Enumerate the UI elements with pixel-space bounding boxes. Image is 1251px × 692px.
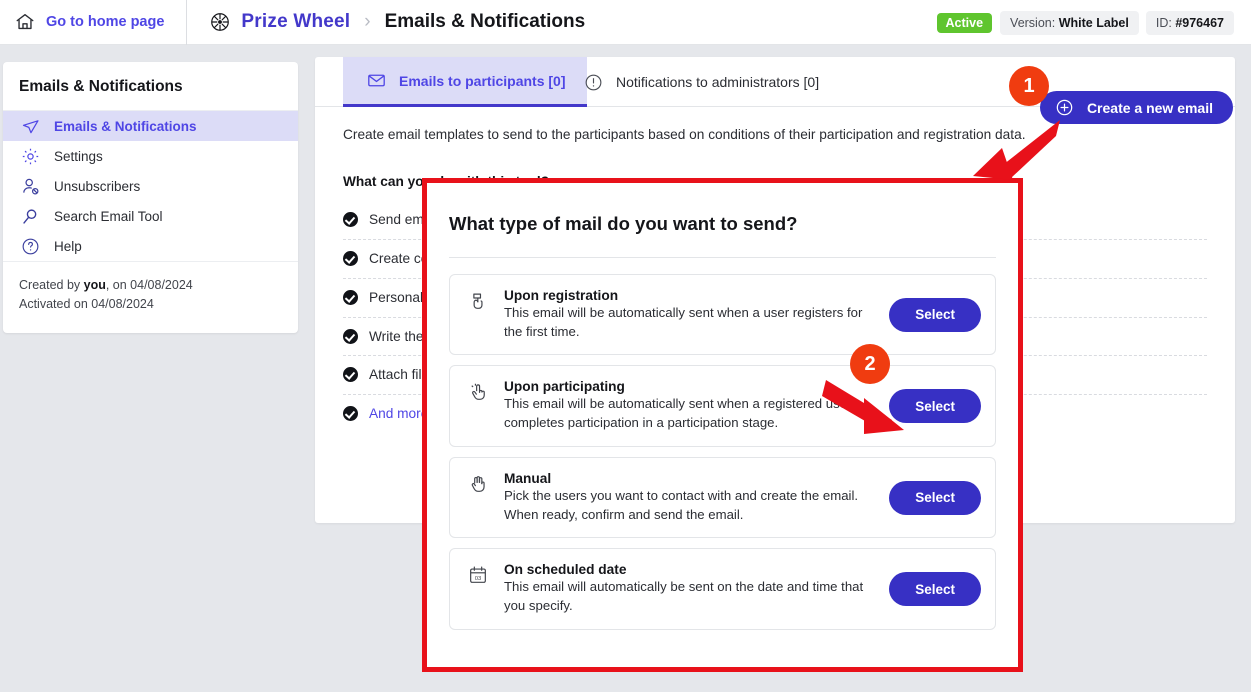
option-title: On scheduled date — [504, 562, 627, 578]
version-chip: Version: White Label — [1000, 10, 1139, 35]
registration-hand-icon — [466, 290, 490, 312]
option-title: Upon registration — [504, 288, 619, 303]
modal-inner: What type of mail do you want to send? U… — [427, 183, 1018, 667]
sidebar-item-unsubscribers[interactable]: Unsubscribers — [3, 171, 298, 201]
id-label: ID: — [1155, 15, 1172, 30]
option-upon-registration[interactable]: Upon registration This email will be aut… — [449, 274, 996, 356]
prize-wheel-icon — [209, 11, 231, 33]
sidebar-item-label: Settings — [54, 148, 103, 164]
option-text: Upon registration This email will be aut… — [504, 288, 875, 341]
id-value: #976467 — [1175, 15, 1224, 30]
alert-circle-icon — [582, 71, 604, 93]
sidebar-item-label: Emails & Notifications — [54, 118, 197, 134]
sidebar-item-settings[interactable]: Settings — [3, 141, 298, 171]
create-a-new-email-button[interactable]: Create a new email — [1039, 91, 1233, 124]
version-value: White Label — [1058, 15, 1129, 30]
user-block-icon — [19, 175, 41, 197]
created-by-line: Created by you, on 04/08/2024 — [19, 276, 282, 295]
created-suffix: , on 04/08/2024 — [105, 278, 193, 292]
step-badge-1: 1 — [1009, 66, 1049, 106]
plus-circle-icon — [1054, 97, 1076, 119]
house-icon — [14, 11, 36, 33]
breadcrumb-app-name[interactable]: Prize Wheel — [241, 11, 350, 33]
sidebar: Emails & Notifications Emails & Notifica… — [3, 62, 298, 333]
status-badge: Active — [936, 12, 993, 33]
select-button-upon-participating[interactable]: Select — [889, 389, 981, 424]
check-circle-icon — [343, 250, 358, 266]
calendar-icon: 03 — [466, 564, 490, 586]
option-text: On scheduled date This email will automa… — [504, 562, 875, 615]
option-manual[interactable]: Manual Pick the users you want to contac… — [449, 456, 996, 539]
intro-text: Create email templates to send to the pa… — [343, 127, 1026, 142]
option-title: Upon participating — [504, 379, 625, 395]
tab-label: Emails to participants [0] — [399, 72, 566, 89]
check-circle-icon — [343, 212, 358, 227]
select-button-on-scheduled-date[interactable]: Select — [889, 572, 981, 607]
option-description: This email will automatically be sent on… — [504, 579, 864, 614]
home-link-group[interactable]: Go to home page — [0, 0, 188, 45]
sidebar-menu: Emails & Notifications Settings Unsubscr… — [3, 111, 298, 261]
sidebar-footer: Created by you, on 04/08/2024 Activated … — [3, 261, 298, 333]
check-circle-icon — [343, 328, 358, 344]
tab-emails-to-participants[interactable]: Emails to participants [0] — [343, 57, 588, 107]
svg-text:03: 03 — [475, 576, 482, 582]
activated-line: Activated on 04/08/2024 — [19, 297, 154, 312]
question-circle-icon — [19, 235, 41, 257]
option-upon-participating[interactable]: Upon participating This email will be au… — [449, 365, 996, 447]
modal-divider — [449, 257, 996, 258]
breadcrumb: Prize Wheel › Emails & Notifications — [187, 11, 585, 33]
check-circle-icon — [343, 367, 358, 383]
sidebar-item-search-email-tool[interactable]: Search Email Tool — [3, 201, 298, 231]
mail-type-modal: What type of mail do you want to send? U… — [422, 178, 1023, 672]
option-description: Pick the users you want to contact with … — [504, 487, 859, 522]
magnifier-icon — [19, 205, 41, 227]
id-chip: ID: #976467 — [1145, 10, 1234, 35]
option-description: This email will be automatically sent wh… — [504, 305, 863, 339]
page-title: Emails & Notifications — [384, 11, 586, 32]
step-badge-2: 2 — [850, 344, 890, 384]
option-on-scheduled-date[interactable]: 03 On scheduled date This email will aut… — [449, 548, 996, 630]
option-text: Upon participating This email will be au… — [504, 379, 875, 432]
select-button-upon-registration[interactable]: Select — [889, 297, 981, 332]
top-bar: Go to home page Prize Wheel › Emails & N… — [0, 0, 1251, 45]
topbar-meta: Active Version: White Label ID: #976467 — [936, 0, 1241, 45]
check-circle-icon — [343, 406, 358, 422]
sidebar-item-label: Search Email Tool — [54, 208, 163, 224]
envelope-icon — [365, 70, 387, 92]
tab-label: Notifications to administrators [0] — [616, 74, 820, 90]
create-button-label: Create a new email — [1086, 99, 1213, 116]
option-text: Manual Pick the users you want to contac… — [504, 471, 875, 524]
check-circle-icon — [343, 289, 358, 305]
tab-notifications-to-administrators[interactable]: Notifications to administrators [0] — [560, 57, 841, 107]
gear-icon — [19, 145, 41, 167]
sidebar-item-label: Help — [54, 238, 82, 254]
sidebar-item-emails-notifications[interactable]: Emails & Notifications — [3, 111, 298, 141]
created-by-user: you — [83, 278, 106, 292]
option-description: This email will be automatically sent wh… — [504, 396, 852, 431]
created-prefix: Created by — [19, 278, 84, 292]
paper-plane-icon — [19, 115, 41, 137]
sidebar-item-help[interactable]: Help — [3, 231, 298, 261]
sidebar-item-label: Unsubscribers — [54, 178, 141, 194]
sidebar-title: Emails & Notifications — [3, 62, 298, 111]
modal-title: What type of mail do you want to send? — [449, 213, 798, 234]
tap-hand-icon — [466, 381, 490, 403]
open-hand-icon — [466, 473, 490, 495]
version-label: Version: — [1010, 15, 1056, 30]
option-title: Manual — [504, 470, 552, 486]
breadcrumb-separator-icon: › — [364, 11, 371, 32]
home-link-label[interactable]: Go to home page — [46, 14, 164, 30]
select-button-manual[interactable]: Select — [889, 480, 981, 515]
